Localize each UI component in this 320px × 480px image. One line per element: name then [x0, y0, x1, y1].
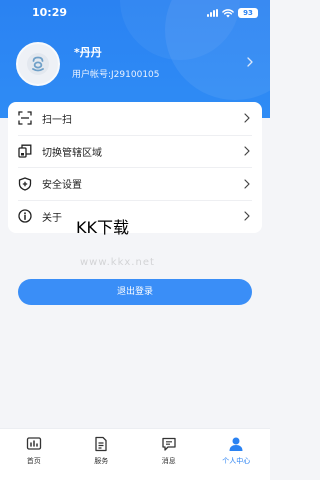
- switch-region-icon: [18, 144, 32, 158]
- home-chart-icon: [26, 437, 41, 450]
- chevron-right-icon[interactable]: [246, 56, 254, 68]
- tab-home[interactable]: 首页: [0, 429, 68, 480]
- avatar[interactable]: [16, 42, 60, 86]
- watermark-url: www.kkx.net: [80, 257, 155, 268]
- document-icon: [95, 436, 107, 452]
- profile-screen: 10:29 93 *丹丹 用户帐号:J29100105 扫一扫 切换管辖区域 安…: [0, 0, 270, 480]
- menu-item-switch-region[interactable]: 切换管辖区域: [8, 134, 262, 168]
- signal-icon: [207, 9, 218, 17]
- menu-item-label: 切换管辖区域: [42, 147, 102, 159]
- profile-summary[interactable]: *丹丹 用户帐号:J29100105: [0, 38, 270, 90]
- chevron-right-icon: [244, 179, 250, 189]
- avatar-placeholder-icon: [27, 53, 49, 75]
- tab-service[interactable]: 服务: [68, 429, 136, 480]
- scan-icon: [18, 111, 32, 125]
- chevron-right-icon: [244, 211, 250, 222]
- status-bar: 10:29 93: [0, 0, 270, 26]
- chevron-right-icon: [244, 113, 250, 123]
- status-time: 10:29: [32, 6, 68, 19]
- person-icon: [229, 437, 243, 451]
- menu-item-about[interactable]: 关于: [8, 200, 262, 233]
- battery-icon: 93: [238, 8, 258, 18]
- menu-item-scan[interactable]: 扫一扫: [8, 102, 262, 135]
- tab-bar: 首页 服务 消息 个人中心: [0, 428, 270, 480]
- status-icons: 93: [207, 7, 258, 19]
- shield-plus-icon: [18, 177, 32, 191]
- user-account: 用户帐号:J29100105: [72, 70, 160, 80]
- tab-label: 个人中心: [222, 457, 251, 465]
- logout-button[interactable]: 退出登录: [18, 279, 252, 305]
- tab-label: 服务: [94, 457, 109, 465]
- message-icon: [162, 437, 176, 451]
- info-icon: [18, 209, 32, 224]
- profile-header: 10:29 93 *丹丹 用户帐号:J29100105: [0, 0, 270, 118]
- user-name: *丹丹: [74, 46, 102, 59]
- menu-item-label: 扫一扫: [42, 114, 72, 126]
- menu-item-label: 关于: [42, 212, 62, 224]
- tab-personal-center[interactable]: 个人中心: [203, 429, 271, 480]
- menu-card: 扫一扫 切换管辖区域 安全设置 关于: [8, 102, 262, 233]
- tab-label: 首页: [26, 457, 41, 465]
- tab-label: 消息: [161, 457, 176, 465]
- menu-item-security[interactable]: 安全设置: [8, 167, 262, 200]
- wifi-icon: [222, 8, 234, 17]
- chevron-right-icon: [244, 146, 250, 156]
- tab-messages[interactable]: 消息: [135, 429, 203, 480]
- menu-item-label: 安全设置: [42, 180, 82, 192]
